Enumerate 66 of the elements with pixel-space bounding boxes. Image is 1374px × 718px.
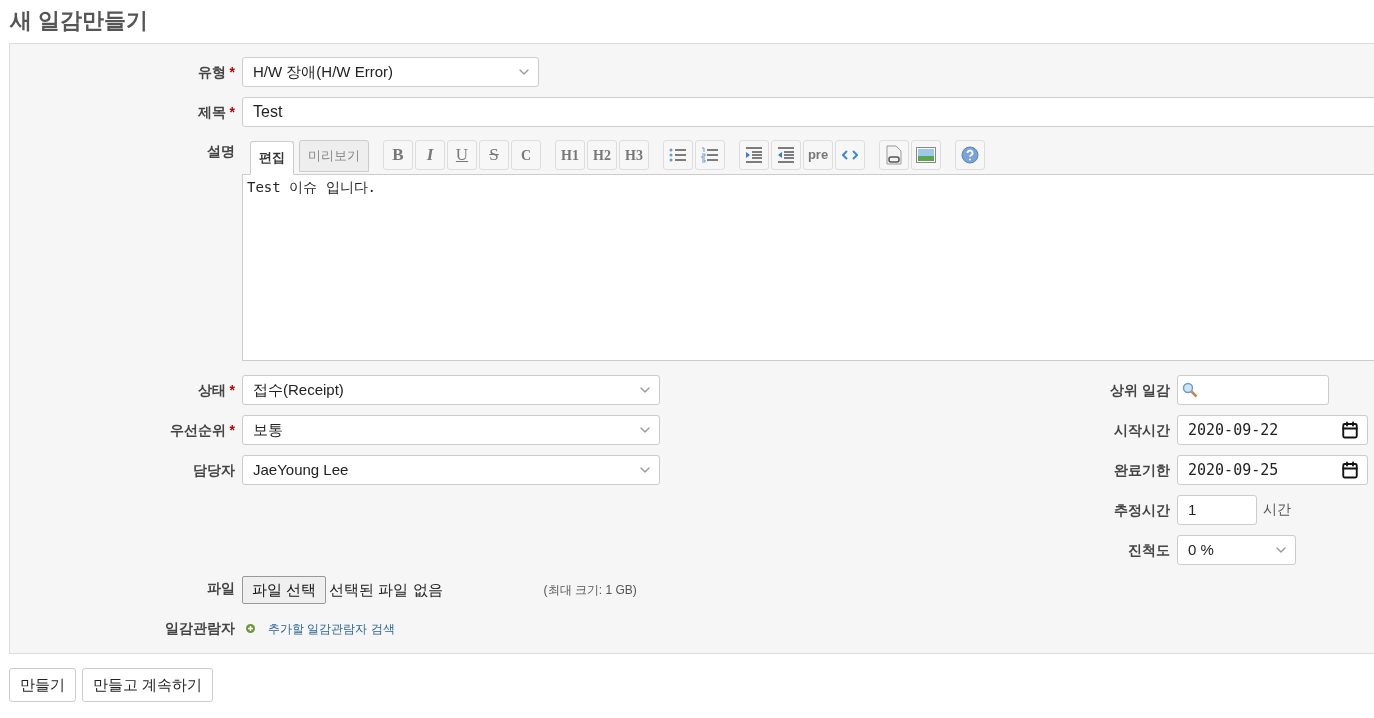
field-label: 추정시간 [1114, 500, 1170, 520]
toolbar-button[interactable] [879, 140, 909, 170]
field-label: 진척도 [1128, 540, 1170, 560]
submit-button[interactable]: 만들기 [9, 668, 76, 702]
indent-icon [745, 147, 763, 163]
toolbar-button[interactable] [695, 140, 725, 170]
format-button[interactable]: H2 [587, 140, 617, 170]
toolbar-button[interactable] [739, 140, 769, 170]
format-button[interactable]: B [383, 140, 413, 170]
help-icon [961, 146, 979, 164]
image-icon [916, 147, 936, 163]
subject-field[interactable]: Test [242, 97, 1374, 127]
search-field[interactable] [1177, 375, 1329, 405]
field-label: 제목 [197, 102, 226, 122]
select-field[interactable]: 0 % [1177, 535, 1296, 565]
date-field[interactable]: 2020-09-25 [1177, 455, 1368, 485]
toolbar-button[interactable] [835, 140, 865, 170]
select-field[interactable]: 접수(Receipt) [242, 375, 660, 405]
field-label: 파일 [207, 579, 235, 598]
outdent-icon [777, 147, 795, 163]
unit-label: 시간 [1263, 499, 1291, 519]
calendar-icon [1341, 461, 1359, 479]
format-button[interactable]: H3 [619, 140, 649, 170]
search-watchers-link[interactable]: 추가할 일감관람자 검색 [268, 619, 395, 638]
field-label: 유형 [197, 62, 226, 82]
select-field[interactable]: JaeYoung Lee [242, 455, 660, 485]
editor-tab[interactable]: 편집 [250, 141, 294, 175]
format-button[interactable]: pre [803, 140, 833, 170]
format-button[interactable]: H1 [555, 140, 585, 170]
field-label: 상태 [197, 380, 226, 400]
toolbar-button[interactable] [911, 140, 941, 170]
file-status: 선택된 파일 없음 [329, 579, 443, 600]
page-title: 새 일감만들기 [10, 7, 150, 35]
field-label: 담당자 [193, 460, 235, 480]
search-icon [1182, 382, 1198, 398]
required-mark: * [229, 420, 235, 440]
field-label: 시작시간 [1114, 420, 1170, 440]
toolbar-button[interactable] [771, 140, 801, 170]
description-textarea[interactable]: Test 이슈 입니다. [242, 174, 1374, 361]
number-field[interactable]: 1 [1177, 495, 1257, 525]
format-button[interactable]: U [447, 140, 477, 170]
toolbar-button[interactable] [663, 140, 693, 170]
required-mark: * [229, 102, 235, 122]
code-icon [842, 149, 858, 161]
file-link-icon [885, 145, 903, 165]
submit-button[interactable]: 만들고 계속하기 [82, 668, 214, 702]
date-field[interactable]: 2020-09-22 [1177, 415, 1368, 445]
select-field[interactable]: 보통 [242, 415, 660, 445]
field-label: 우선순위 [169, 420, 226, 440]
select-field[interactable]: H/W 장애(H/W Error) [242, 57, 539, 87]
choose-file-button[interactable]: 파일 선택 [242, 576, 327, 604]
field-label: 상위 일감 [1110, 380, 1170, 400]
field-label: 일감관람자 [165, 619, 235, 638]
toolbar-button[interactable] [955, 140, 985, 170]
field-label: 완료기한 [1114, 460, 1170, 480]
format-button[interactable]: I [415, 140, 445, 170]
required-mark: * [229, 62, 235, 82]
field-label: 설명 [207, 142, 235, 161]
max-size-note: (최대 크기: 1 GB) [543, 582, 637, 599]
required-mark: * [229, 380, 235, 400]
format-button[interactable]: C [511, 140, 541, 170]
bulleted-list-icon [669, 147, 687, 163]
calendar-icon [1341, 421, 1359, 439]
add-icon [246, 624, 255, 633]
numbered-list-icon [701, 147, 719, 163]
format-button[interactable]: S [479, 140, 509, 170]
